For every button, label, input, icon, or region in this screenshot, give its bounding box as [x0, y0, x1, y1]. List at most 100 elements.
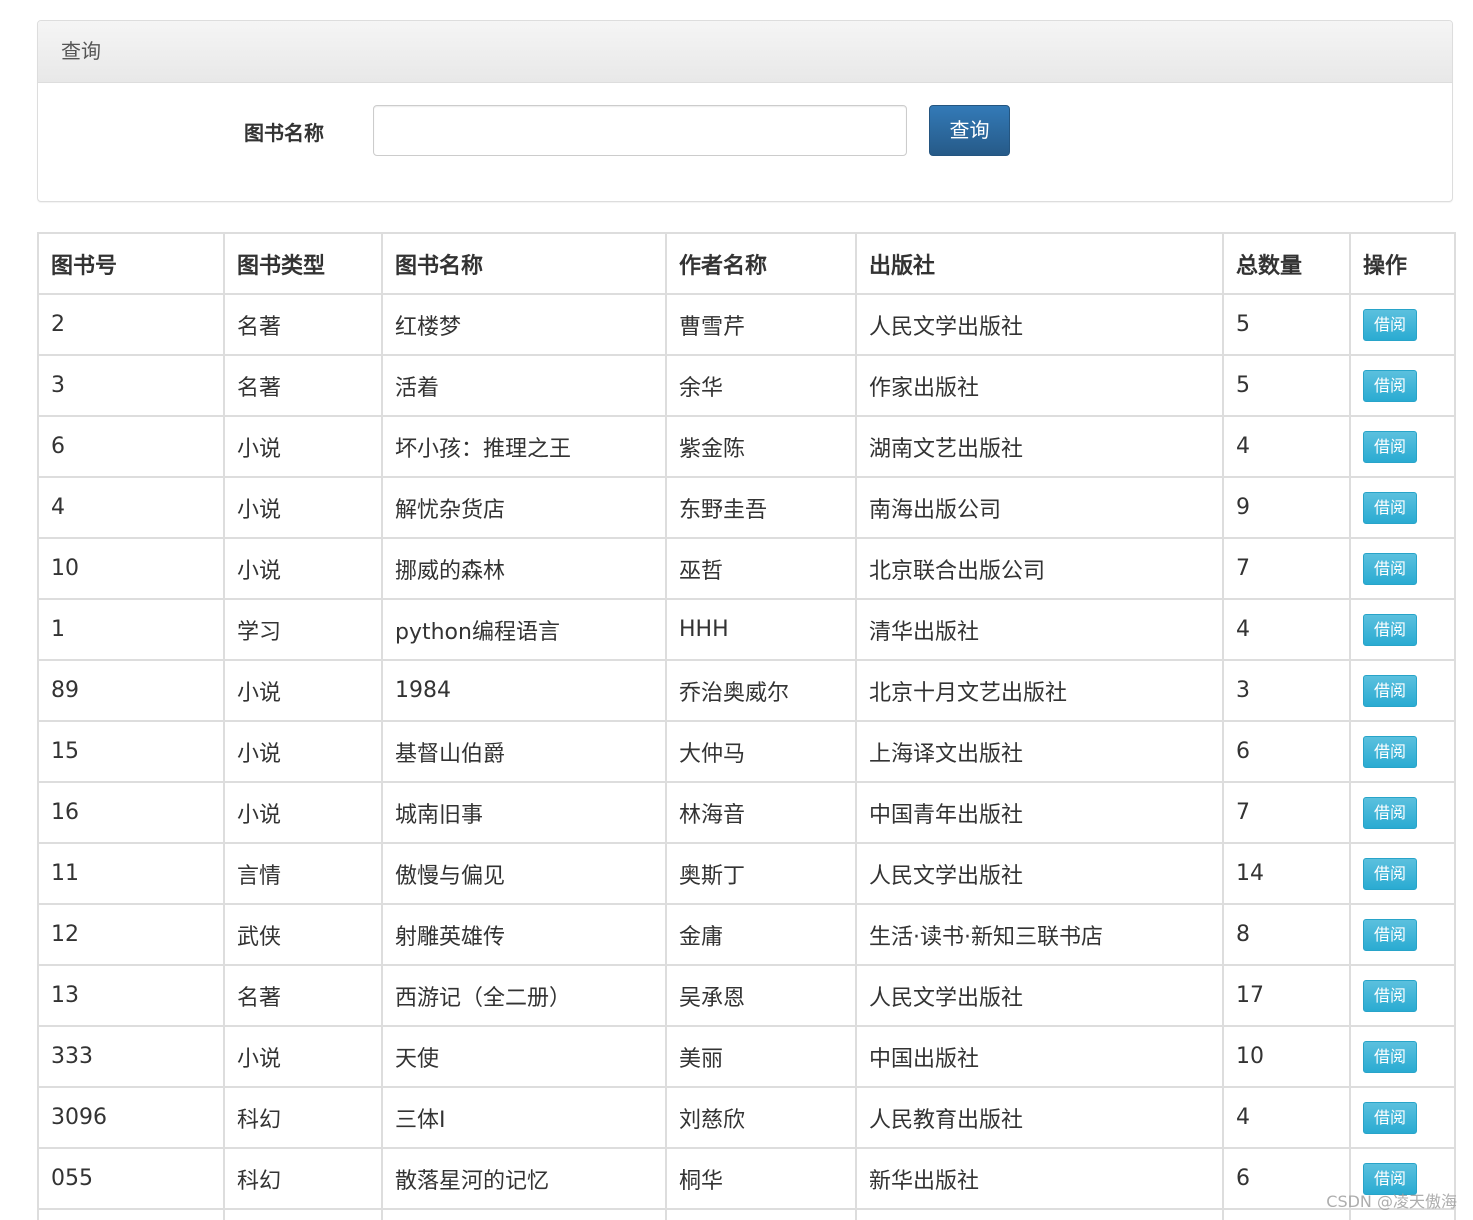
cell-author: 林海音 [665, 781, 857, 844]
cell-book-type: 武侠 [223, 903, 383, 966]
cell-action: 借阅 [1349, 659, 1456, 722]
cell-book-type: 小说 [223, 659, 383, 722]
cell-publisher: 清华出版社 [855, 598, 1224, 661]
table-row: 3 名著 活着 余华 作家出版社 5 借阅 [37, 354, 1456, 417]
cell-total: 4 [1222, 415, 1351, 478]
cell-action: 借阅 [1349, 598, 1456, 661]
cell-book-type: 名著 [223, 964, 383, 1027]
cell-action: 借阅 [1349, 293, 1456, 356]
cell-book-id: 055 [37, 1147, 225, 1210]
table-row: 16 小说 城南旧事 林海音 中国青年出版社 7 借阅 [37, 781, 1456, 844]
cell-book-name: 傲慢与偏见 [381, 842, 667, 905]
cell-publisher: 作家出版社 [855, 354, 1224, 417]
cell-action: 借阅 [1349, 415, 1456, 478]
cell-book-type: 小说 [223, 1025, 383, 1088]
table-row: 13 名著 西游记（全二册） 吴承恩 人民文学出版社 17 借阅 [37, 964, 1456, 1027]
cell-publisher: 人民文学出版社 [855, 842, 1224, 905]
cell-book-type: 小说 [223, 537, 383, 600]
cell-publisher: 中国青年出版社 [855, 781, 1224, 844]
borrow-button[interactable]: 借阅 [1363, 979, 1417, 1012]
cell-book-name: 红楼梦 [381, 293, 667, 356]
panel-heading: 查询 [38, 21, 1452, 83]
empty-cell [223, 1208, 383, 1220]
borrow-button[interactable]: 借阅 [1363, 1040, 1417, 1073]
cell-book-name: 坏小孩：推理之王 [381, 415, 667, 478]
cell-action: 借阅 [1349, 720, 1456, 783]
header-book-type: 图书类型 [223, 232, 383, 295]
borrow-button[interactable]: 借阅 [1363, 1101, 1417, 1134]
cell-total: 4 [1222, 1086, 1351, 1149]
cell-author: 金庸 [665, 903, 857, 966]
cell-book-type: 名著 [223, 354, 383, 417]
cell-publisher: 人民文学出版社 [855, 293, 1224, 356]
borrow-button[interactable]: 借阅 [1363, 735, 1417, 768]
cell-book-id: 3 [37, 354, 225, 417]
cell-action: 借阅 [1349, 842, 1456, 905]
cell-book-name: 城南旧事 [381, 781, 667, 844]
borrow-button[interactable]: 借阅 [1363, 369, 1417, 402]
cell-total: 5 [1222, 354, 1351, 417]
cell-author: 紫金陈 [665, 415, 857, 478]
cell-book-name: 三体I [381, 1086, 667, 1149]
cell-publisher: 人民文学出版社 [855, 964, 1224, 1027]
cell-total: 9 [1222, 476, 1351, 539]
table-row: 4 小说 解忧杂货店 东野圭吾 南海出版公司 9 借阅 [37, 476, 1456, 539]
table-row: 333 小说 天使 美丽 中国出版社 10 借阅 [37, 1025, 1456, 1088]
cell-total: 5 [1222, 293, 1351, 356]
table-row: 1 学习 python编程语言 HHH 清华出版社 4 借阅 [37, 598, 1456, 661]
cell-book-name: 活着 [381, 354, 667, 417]
borrow-button[interactable]: 借阅 [1363, 857, 1417, 890]
cell-action: 借阅 [1349, 354, 1456, 417]
cell-book-id: 333 [37, 1025, 225, 1088]
book-name-input[interactable] [373, 105, 907, 156]
cell-book-name: 挪威的森林 [381, 537, 667, 600]
borrow-button[interactable]: 借阅 [1363, 552, 1417, 585]
cell-total: 14 [1222, 842, 1351, 905]
cell-publisher: 北京联合出版公司 [855, 537, 1224, 600]
cell-action: 借阅 [1349, 964, 1456, 1027]
borrow-button[interactable]: 借阅 [1363, 613, 1417, 646]
cell-total: 10 [1222, 1025, 1351, 1088]
empty-cell [665, 1208, 857, 1220]
borrow-button[interactable]: 借阅 [1363, 430, 1417, 463]
cell-book-name: 解忧杂货店 [381, 476, 667, 539]
borrow-button[interactable]: 借阅 [1363, 308, 1417, 341]
cell-action: 借阅 [1349, 476, 1456, 539]
cell-book-name: 1984 [381, 659, 667, 722]
cell-book-id: 89 [37, 659, 225, 722]
cell-action: 借阅 [1349, 1086, 1456, 1149]
cell-book-id: 10 [37, 537, 225, 600]
header-total: 总数量 [1222, 232, 1351, 295]
borrow-button[interactable]: 借阅 [1363, 674, 1417, 707]
cell-book-name: 基督山伯爵 [381, 720, 667, 783]
book-query-page: 查询 图书名称 查询 图书号 图书类型 图书名称 作者名称 出版社 总数量 操作 [0, 0, 1473, 1220]
table-row [37, 1208, 1456, 1220]
cell-total: 17 [1222, 964, 1351, 1027]
cell-total: 4 [1222, 598, 1351, 661]
cell-book-type: 科幻 [223, 1147, 383, 1210]
cell-book-type: 小说 [223, 476, 383, 539]
header-publisher: 出版社 [855, 232, 1224, 295]
cell-publisher: 人民教育出版社 [855, 1086, 1224, 1149]
cell-total: 7 [1222, 537, 1351, 600]
cell-book-type: 言情 [223, 842, 383, 905]
table-row: 15 小说 基督山伯爵 大仲马 上海译文出版社 6 借阅 [37, 720, 1456, 783]
query-button[interactable]: 查询 [929, 105, 1010, 156]
cell-book-type: 名著 [223, 293, 383, 356]
table-row: 10 小说 挪威的森林 巫哲 北京联合出版公司 7 借阅 [37, 537, 1456, 600]
cell-author: 大仲马 [665, 720, 857, 783]
cell-author: 余华 [665, 354, 857, 417]
cell-book-type: 科幻 [223, 1086, 383, 1149]
table-row: 6 小说 坏小孩：推理之王 紫金陈 湖南文艺出版社 4 借阅 [37, 415, 1456, 478]
cell-book-id: 6 [37, 415, 225, 478]
cell-author: 桐华 [665, 1147, 857, 1210]
cell-book-name: 散落星河的记忆 [381, 1147, 667, 1210]
cell-publisher: 南海出版公司 [855, 476, 1224, 539]
books-table: 图书号 图书类型 图书名称 作者名称 出版社 总数量 操作 2 名著 红楼梦 曹雪芹人… [37, 232, 1456, 1220]
borrow-button[interactable]: 借阅 [1363, 918, 1417, 951]
borrow-button[interactable]: 借阅 [1363, 796, 1417, 829]
cell-author: HHH [665, 598, 857, 661]
table-body: 2 名著 红楼梦 曹雪芹 人民文学出版社 5 借阅 3 名著 活着 余华 作家出版社 5 借阅 6 小说 坏小孩… [37, 293, 1456, 1220]
borrow-button[interactable]: 借阅 [1363, 491, 1417, 524]
cell-book-id: 2 [37, 293, 225, 356]
